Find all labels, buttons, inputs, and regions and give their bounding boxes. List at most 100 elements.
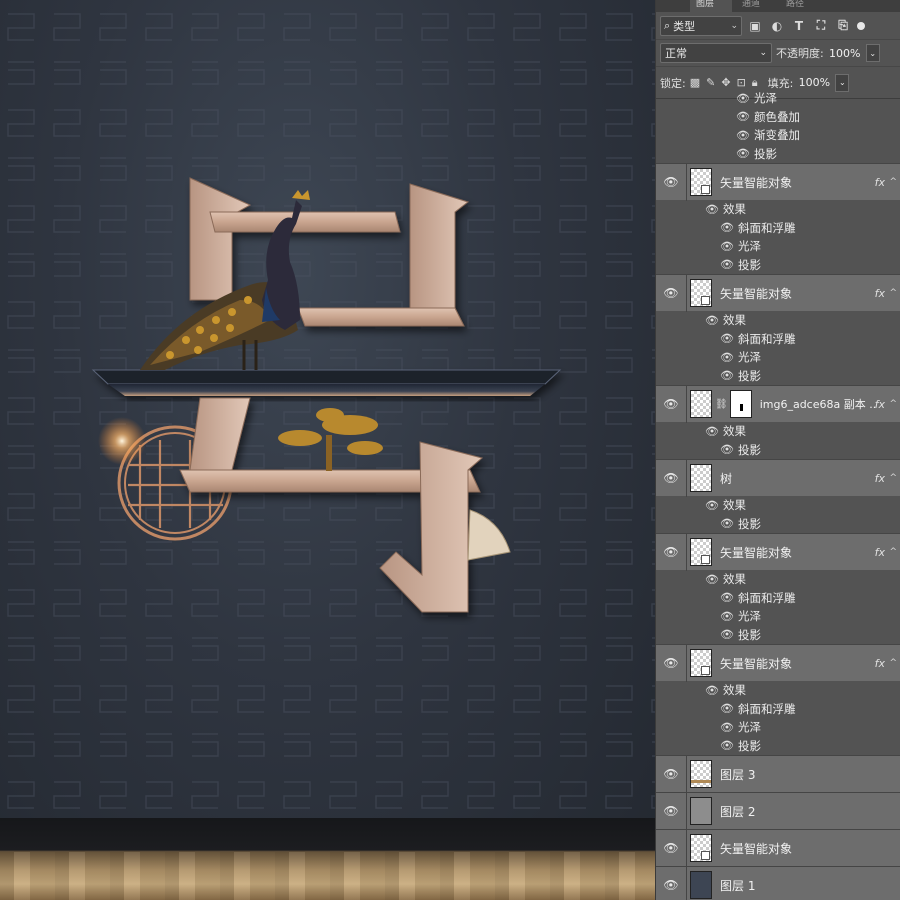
eye-icon[interactable]: 👁︎ xyxy=(705,684,719,697)
eye-icon[interactable]: 👁︎ xyxy=(720,702,734,715)
document-canvas[interactable] xyxy=(0,0,655,900)
effects-group-row[interactable]: 👁︎ 效果 xyxy=(656,422,900,441)
lock-all-icon[interactable]: 🔒︎ xyxy=(752,76,758,90)
effect-row[interactable]: 👁︎ 投影 xyxy=(656,515,900,534)
eye-icon[interactable]: 👁︎ xyxy=(720,628,734,641)
eye-icon[interactable]: 👁︎ xyxy=(720,351,734,364)
adjustment-filter-icon[interactable]: ◐ xyxy=(768,17,786,35)
eye-icon[interactable]: 👁︎ xyxy=(656,385,687,423)
image-filter-icon[interactable]: ▣ xyxy=(746,17,764,35)
fx-icon[interactable]: fx xyxy=(875,472,885,485)
layer-row[interactable]: 👁︎ ⛓ img6_adce68a 副本 ... fx ^ xyxy=(656,385,900,423)
eye-icon[interactable]: 👁︎ xyxy=(705,203,719,216)
effect-row[interactable]: 👁︎ 投影 xyxy=(656,145,900,164)
eye-icon[interactable]: 👁︎ xyxy=(656,829,687,867)
eye-icon[interactable]: 👁︎ xyxy=(720,721,734,734)
layer-row[interactable]: 👁︎ 图层 2 xyxy=(656,792,900,830)
filter-kind-select[interactable]: ⌕ 类型 ⌄ xyxy=(660,15,742,36)
eye-icon[interactable]: 👁︎ xyxy=(720,369,734,382)
effects-group-row[interactable]: 👁︎ 效果 xyxy=(656,681,900,700)
eye-icon[interactable]: 👁︎ xyxy=(656,792,687,830)
eye-icon[interactable]: 👁︎ xyxy=(720,221,734,234)
shape-filter-icon[interactable]: ⛶ xyxy=(812,17,830,35)
lock-paint-icon[interactable]: ✎ xyxy=(706,76,715,90)
eye-icon[interactable]: 👁︎ xyxy=(720,610,734,623)
effect-row[interactable]: 👁︎ 投影 xyxy=(656,737,900,756)
lock-artboard-icon[interactable]: ⊡ xyxy=(737,76,746,90)
eye-icon[interactable]: 👁︎ xyxy=(656,866,687,900)
effects-group-row[interactable]: 👁︎ 效果 xyxy=(656,570,900,589)
layer-row[interactable]: 👁︎ 矢量智能对象 fx ^ xyxy=(656,163,900,201)
layer-mask-thumbnail[interactable] xyxy=(729,390,752,418)
eye-icon[interactable]: 👁︎ xyxy=(720,739,734,752)
layer-row[interactable]: 👁︎ 矢量智能对象 fx ^ xyxy=(656,274,900,312)
layer-row[interactable]: 👁︎ 矢量智能对象 fx ^ xyxy=(656,644,900,682)
layer-row[interactable]: 👁︎ 矢量智能对象 fx ^ xyxy=(656,533,900,571)
opacity-field[interactable]: 100% xyxy=(828,44,862,62)
layer-row[interactable]: 👁︎ 矢量智能对象 xyxy=(656,829,900,867)
effect-row[interactable]: 👁︎ 渐变叠加 xyxy=(656,126,900,145)
eye-icon[interactable]: 👁︎ xyxy=(656,533,687,571)
lock-position-icon[interactable]: ✥ xyxy=(721,76,730,90)
collapse-caret-icon[interactable]: ^ xyxy=(889,473,897,483)
effect-row[interactable]: 👁︎ 投影 xyxy=(656,626,900,645)
fx-icon[interactable]: fx xyxy=(875,546,885,559)
eye-icon[interactable]: 👁︎ xyxy=(656,644,687,682)
eye-icon[interactable]: 👁︎ xyxy=(736,129,750,142)
layer-row[interactable]: 👁︎ 树 fx ^ xyxy=(656,459,900,497)
fx-icon[interactable]: fx xyxy=(875,287,885,300)
eye-icon[interactable]: 👁︎ xyxy=(736,147,750,160)
eye-icon[interactable]: 👁︎ xyxy=(720,258,734,271)
collapse-caret-icon[interactable]: ^ xyxy=(889,288,897,298)
effects-group-row[interactable]: 👁︎ 效果 xyxy=(656,200,900,219)
effects-group-row[interactable]: 👁︎ 效果 xyxy=(656,496,900,515)
filter-toggle[interactable] xyxy=(856,17,866,35)
collapse-caret-icon[interactable]: ^ xyxy=(889,177,897,187)
collapse-caret-icon[interactable]: ^ xyxy=(889,658,897,668)
effect-row[interactable]: 👁︎ 斜面和浮雕 xyxy=(656,219,900,238)
eye-icon[interactable]: 👁︎ xyxy=(705,425,719,438)
tab-channels[interactable]: 通道 xyxy=(742,0,778,12)
eye-icon[interactable]: 👁︎ xyxy=(736,110,750,123)
lock-transparent-icon[interactable]: ▩ xyxy=(690,76,700,90)
eye-icon[interactable]: 👁︎ xyxy=(720,240,734,253)
effect-row[interactable]: 👁︎ 斜面和浮雕 xyxy=(656,700,900,719)
collapse-caret-icon[interactable]: ^ xyxy=(889,399,897,409)
fx-icon[interactable]: fx xyxy=(875,398,885,411)
effect-row[interactable]: 👁︎ 光泽 xyxy=(656,89,900,108)
smart-object-filter-icon[interactable]: ⎘ xyxy=(834,17,852,35)
fx-icon[interactable]: fx xyxy=(875,657,885,670)
eye-icon[interactable]: 👁︎ xyxy=(656,274,687,312)
eye-icon[interactable]: 👁︎ xyxy=(705,314,719,327)
effect-row[interactable]: 👁︎ 投影 xyxy=(656,367,900,386)
type-filter-icon[interactable]: T xyxy=(790,17,808,35)
fx-icon[interactable]: fx xyxy=(875,176,885,189)
layer-row[interactable]: 👁︎ 图层 3 xyxy=(656,755,900,793)
effect-row[interactable]: 👁︎ 光泽 xyxy=(656,237,900,256)
eye-icon[interactable]: 👁︎ xyxy=(720,517,734,530)
eye-icon[interactable]: 👁︎ xyxy=(720,332,734,345)
link-icon[interactable]: ⛓ xyxy=(715,399,728,410)
eye-icon[interactable]: 👁︎ xyxy=(656,459,687,497)
eye-icon[interactable]: 👁︎ xyxy=(720,591,734,604)
eye-icon[interactable]: 👁︎ xyxy=(705,573,719,586)
effect-row[interactable]: 👁︎ 斜面和浮雕 xyxy=(656,330,900,349)
effect-row[interactable]: 👁︎ 斜面和浮雕 xyxy=(656,589,900,608)
collapse-caret-icon[interactable]: ^ xyxy=(889,547,897,557)
tab-paths[interactable]: 路径 xyxy=(786,0,822,12)
eye-icon[interactable]: 👁︎ xyxy=(656,163,687,201)
effect-row[interactable]: 👁︎ 投影 xyxy=(656,256,900,275)
eye-icon[interactable]: 👁︎ xyxy=(720,443,734,456)
tab-layers[interactable]: 图层 xyxy=(690,0,732,12)
eye-icon[interactable]: 👁︎ xyxy=(736,92,750,105)
eye-icon[interactable]: 👁︎ xyxy=(656,755,687,793)
effect-row[interactable]: 👁︎ 投影 xyxy=(656,441,900,460)
effect-row[interactable]: 👁︎ 颜色叠加 xyxy=(656,108,900,127)
effects-group-row[interactable]: 👁︎ 效果 xyxy=(656,311,900,330)
opacity-dropdown-button[interactable]: ⌄ xyxy=(865,44,880,62)
effect-row[interactable]: 👁︎ 光泽 xyxy=(656,718,900,737)
effect-row[interactable]: 👁︎ 光泽 xyxy=(656,348,900,367)
eye-icon[interactable]: 👁︎ xyxy=(705,499,719,512)
blend-mode-select[interactable]: 正常 ⌄ xyxy=(660,43,772,63)
layer-row[interactable]: 👁︎ 图层 1 xyxy=(656,866,900,900)
